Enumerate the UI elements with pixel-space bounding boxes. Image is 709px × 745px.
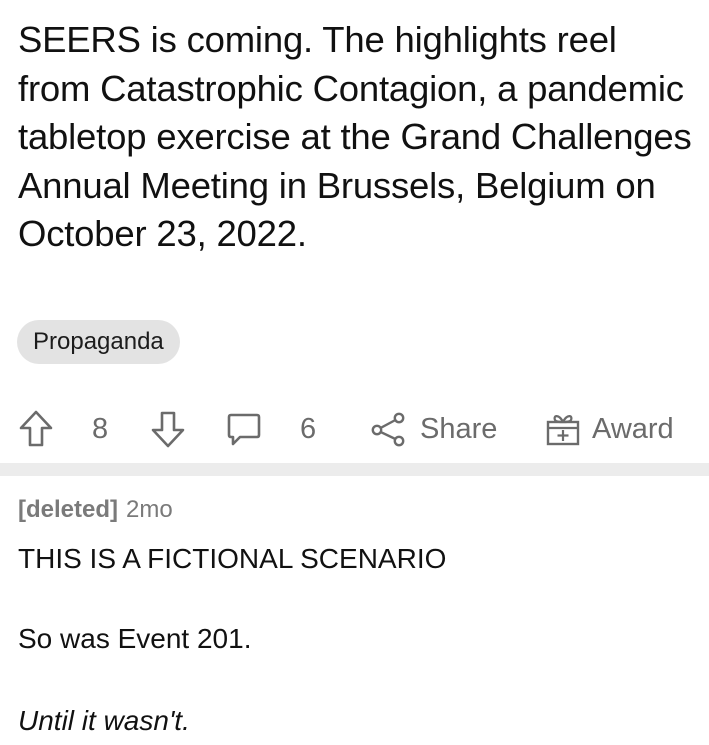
downvote-button[interactable] xyxy=(150,400,186,458)
vote-count: 8 xyxy=(92,412,109,445)
comment-line: So was Event 201. xyxy=(18,623,252,654)
comment-count: 6 xyxy=(300,412,317,445)
comment-age: 2mo xyxy=(126,496,173,523)
post-title[interactable]: SEERS is coming. The highlights reel fro… xyxy=(18,16,698,259)
comment: [deleted] 2mo THIS IS A FICTIONAL SCENARI… xyxy=(18,490,698,736)
comment-line-italic: Until it wasn't. xyxy=(18,705,190,736)
award-label: Award xyxy=(592,412,674,445)
comment-meta: [deleted] 2mo xyxy=(18,490,698,530)
share-button[interactable]: Share xyxy=(370,400,497,458)
gift-icon xyxy=(546,415,580,446)
share-label: Share xyxy=(420,412,498,445)
comment-bubble-icon xyxy=(227,413,261,446)
upvote-button[interactable] xyxy=(18,400,54,458)
comments-button[interactable] xyxy=(226,400,262,458)
section-divider xyxy=(0,463,709,476)
comment-author[interactable]: [deleted] xyxy=(18,496,118,523)
award-button[interactable]: Award xyxy=(544,400,674,458)
arrow-up-icon xyxy=(19,410,53,447)
share-icon xyxy=(371,412,405,447)
arrow-down-icon xyxy=(151,411,185,448)
comment-line: THIS IS A FICTIONAL SCENARIO xyxy=(18,543,447,574)
action-bar: 8 6 Share Award xyxy=(0,400,709,458)
post-container: SEERS is coming. The highlights reel fro… xyxy=(0,0,709,745)
flair-badge[interactable]: Propaganda xyxy=(17,320,180,364)
